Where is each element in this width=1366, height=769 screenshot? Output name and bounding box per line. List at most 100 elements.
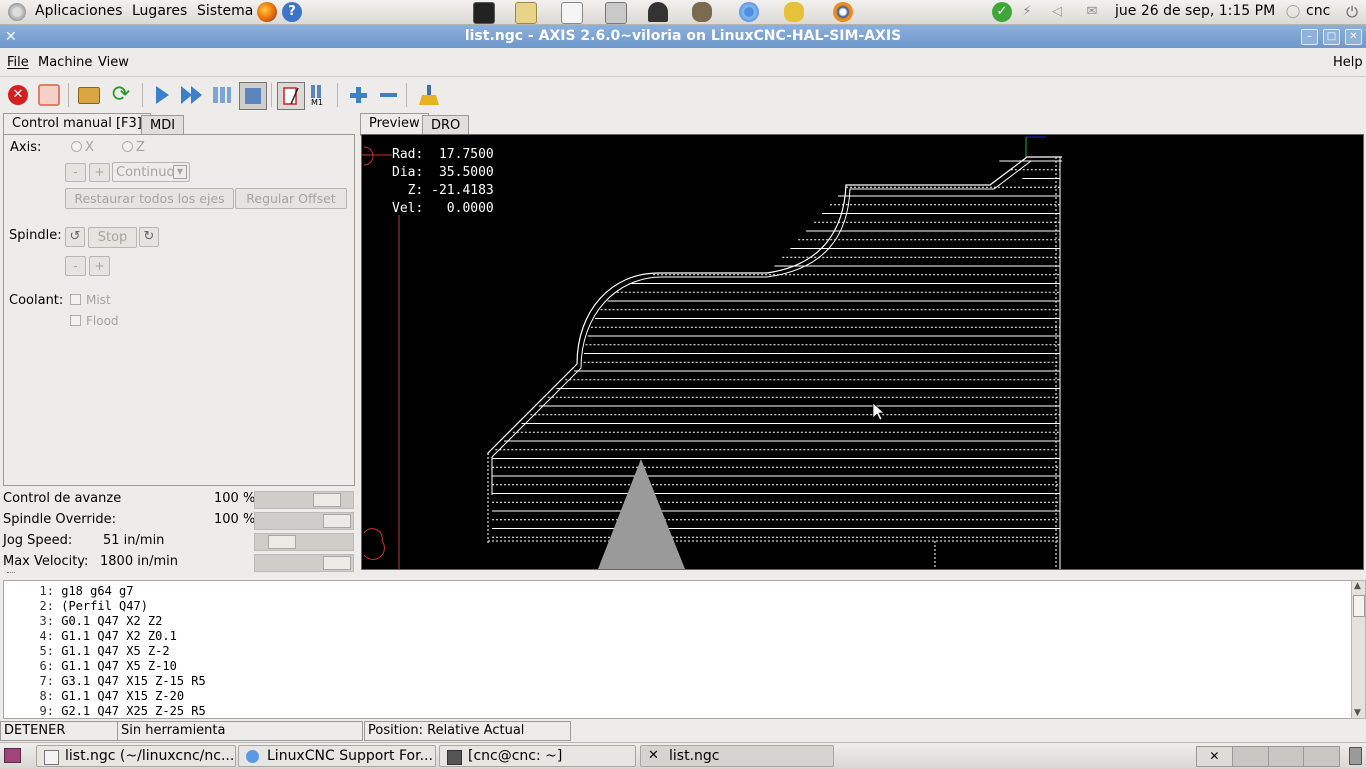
zoom-in-button[interactable] bbox=[345, 82, 371, 108]
spindle-reverse-button[interactable]: ↺ bbox=[65, 227, 85, 247]
gimp-icon[interactable] bbox=[692, 2, 712, 22]
terminal-icon[interactable] bbox=[473, 2, 495, 24]
slider-knob[interactable] bbox=[313, 493, 341, 507]
touch-off-button[interactable]: Regular Offset bbox=[235, 188, 347, 209]
trash-icon[interactable] bbox=[1349, 747, 1362, 765]
help-icon[interactable]: ? bbox=[282, 2, 302, 22]
run-button[interactable] bbox=[149, 82, 175, 108]
tab-manual-control[interactable]: Control manual [F3] bbox=[3, 113, 151, 136]
slider-knob[interactable] bbox=[268, 535, 296, 549]
jog-plus-button[interactable]: + bbox=[89, 163, 110, 182]
gcode-line[interactable]: 2: (Perfil Q47) bbox=[4, 599, 148, 614]
spindle-override-slider[interactable] bbox=[254, 512, 354, 530]
show-desktop-icon[interactable] bbox=[4, 748, 21, 763]
calculator-icon[interactable] bbox=[605, 2, 627, 24]
gcode-line[interactable]: 4: G1.1 Q47 X2 Z0.1 bbox=[4, 629, 177, 644]
task-chromium[interactable]: LinuxCNC Support For... bbox=[238, 745, 436, 767]
gcode-line[interactable]: 5: G1.1 Q47 X5 Z-2 bbox=[4, 644, 170, 659]
minimize-icon[interactable]: – bbox=[1301, 29, 1318, 45]
blender-icon[interactable] bbox=[833, 2, 853, 22]
network-icon[interactable]: ⚡ bbox=[1017, 2, 1037, 22]
task-axis[interactable]: list.ngc bbox=[640, 745, 834, 767]
spindle-forward-button[interactable]: ↻ bbox=[139, 227, 159, 247]
menu-file[interactable]: File bbox=[7, 55, 29, 70]
jog-mode-select[interactable]: Continuo ▼ bbox=[112, 162, 190, 182]
open-file-button[interactable] bbox=[76, 82, 102, 108]
reload-button[interactable]: ⟳ bbox=[108, 82, 134, 108]
slider-knob[interactable] bbox=[323, 514, 351, 528]
inkscape-icon[interactable] bbox=[648, 2, 668, 22]
gnome-foot-icon[interactable] bbox=[8, 3, 26, 21]
radio-indicator bbox=[71, 141, 82, 152]
clock[interactable]: jue 26 de sep, 1:15 PM bbox=[1115, 3, 1275, 19]
tab-mdi[interactable]: MDI bbox=[141, 115, 185, 136]
menu-aplicaciones[interactable]: Aplicaciones bbox=[35, 3, 122, 19]
gcode-text-area[interactable]: 1: g18 g64 g7 2: (Perfil Q47) 3: G0.1 Q47 … bbox=[3, 580, 1352, 719]
home-all-button[interactable]: Restaurar todos los ejes bbox=[65, 188, 234, 209]
preview-canvas[interactable]: Rad: 17.7500 Dia: 35.5000 Z: -21.4183 Ve… bbox=[361, 134, 1364, 570]
scrollbar-thumb[interactable] bbox=[1353, 595, 1365, 617]
volume-icon[interactable]: ◁ bbox=[1047, 2, 1067, 22]
mail-icon[interactable]: ✉ bbox=[1082, 2, 1102, 22]
tab-dro[interactable]: DRO bbox=[422, 115, 470, 136]
machine-power-button[interactable] bbox=[36, 82, 62, 108]
task-terminal[interactable]: [cnc@cnc: ~] bbox=[439, 745, 636, 767]
jog-minus-button[interactable]: - bbox=[65, 163, 86, 182]
workspace-switcher[interactable]: ✕ bbox=[1196, 746, 1340, 767]
estop-button[interactable]: ✕ bbox=[5, 82, 31, 108]
code-scrollbar[interactable]: ▲ ▼ bbox=[1351, 580, 1366, 719]
user-name[interactable]: cnc bbox=[1306, 3, 1330, 19]
optional-stop-button[interactable]: M1 bbox=[306, 82, 332, 108]
close-icon[interactable]: ✕ bbox=[1345, 29, 1362, 45]
tab-preview[interactable]: Preview bbox=[360, 113, 429, 136]
flood-checkbox[interactable]: Flood bbox=[70, 314, 119, 328]
workspace-4[interactable] bbox=[1304, 747, 1339, 766]
jog-speed-slider[interactable] bbox=[254, 533, 354, 551]
clear-backplot-button[interactable] bbox=[416, 82, 442, 108]
power-icon[interactable]: ⏻ bbox=[1342, 2, 1362, 22]
menu-help[interactable]: Help bbox=[1333, 55, 1363, 70]
update-check-icon[interactable]: ✓ bbox=[992, 2, 1012, 22]
app-icon[interactable] bbox=[784, 2, 804, 22]
pause-button[interactable] bbox=[209, 82, 235, 108]
gcode-line[interactable]: 6: G1.1 Q47 X5 Z-10 bbox=[4, 659, 177, 674]
axis-label: Axis: bbox=[10, 140, 42, 155]
stop-button[interactable] bbox=[239, 82, 267, 110]
menu-sistema[interactable]: Sistema bbox=[197, 3, 253, 19]
menu-machine[interactable]: Machine bbox=[38, 55, 92, 70]
mist-checkbox[interactable]: Mist bbox=[70, 293, 111, 307]
spindle-stop-button[interactable]: Stop bbox=[88, 227, 137, 248]
firefox-icon[interactable] bbox=[257, 2, 277, 22]
gcode-line[interactable]: 1: g18 g64 g7 bbox=[4, 584, 134, 599]
maximize-icon[interactable]: □ bbox=[1323, 29, 1340, 45]
max-velocity-slider[interactable] bbox=[254, 554, 354, 572]
workspace-3[interactable] bbox=[1269, 747, 1305, 766]
axis-radio-x[interactable]: X bbox=[71, 140, 94, 155]
menu-lugares[interactable]: Lugares bbox=[132, 3, 187, 19]
slider-knob[interactable] bbox=[323, 556, 351, 570]
menu-view[interactable]: View bbox=[98, 55, 129, 70]
scroll-down-icon[interactable]: ▼ bbox=[1354, 708, 1361, 718]
spindle-slower-button[interactable]: - bbox=[65, 256, 86, 276]
gcode-line[interactable]: 9: G2.1 Q47 X25 Z-25 R5 bbox=[4, 704, 206, 718]
block-delete-button[interactable] bbox=[277, 82, 305, 110]
window-titlebar[interactable]: ✕ list.ngc - AXIS 2.6.0~viloria on Linux… bbox=[0, 25, 1366, 48]
spindle-faster-button[interactable]: + bbox=[89, 256, 110, 276]
feed-override-slider[interactable] bbox=[254, 491, 354, 509]
axis-radio-z[interactable]: Z bbox=[122, 140, 145, 155]
gedit-icon[interactable] bbox=[515, 2, 537, 24]
gcode-line[interactable]: 7: G3.1 Q47 X15 Z-15 R5 bbox=[4, 674, 206, 689]
zoom-out-button[interactable] bbox=[375, 82, 401, 108]
pane-splitter[interactable] bbox=[7, 572, 15, 576]
step-button[interactable] bbox=[179, 82, 205, 108]
workspace-2[interactable] bbox=[1233, 747, 1269, 766]
gcode-line[interactable]: 3: G0.1 Q47 X2 Z2 bbox=[4, 614, 163, 629]
chat-icon[interactable]: ◯ bbox=[1283, 2, 1303, 22]
axis-icon: ✕ bbox=[648, 748, 659, 763]
scroll-up-icon[interactable]: ▲ bbox=[1354, 581, 1361, 591]
text-editor-icon[interactable] bbox=[561, 2, 583, 24]
gcode-line[interactable]: 8: G1.1 Q47 X15 Z-20 bbox=[4, 689, 185, 704]
task-gedit-list[interactable]: list.ngc (~/linuxcnc/nc... bbox=[36, 745, 236, 767]
workspace-1[interactable]: ✕ bbox=[1197, 747, 1233, 766]
chromium-icon[interactable] bbox=[739, 2, 759, 22]
